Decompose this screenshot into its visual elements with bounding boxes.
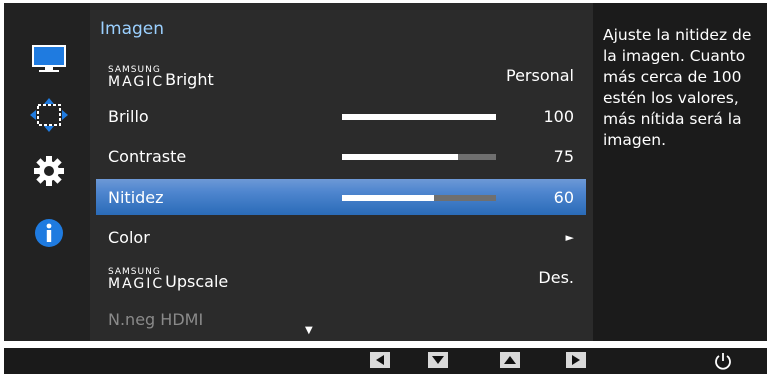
menu-item-value: 60 xyxy=(553,188,574,207)
up-arrow-icon[interactable] xyxy=(500,352,520,368)
level-bar[interactable] xyxy=(342,154,496,160)
menu-item-brillo[interactable]: Brillo 100 xyxy=(96,98,586,134)
magic-brand-text: MAGIC xyxy=(108,74,165,90)
submenu-arrow-icon: ► xyxy=(565,231,574,244)
level-bar[interactable] xyxy=(342,114,496,120)
level-bar-fill xyxy=(342,154,458,160)
menu-item-label: Color xyxy=(108,228,150,247)
menu-item-label: N.neg HDMI xyxy=(108,310,204,329)
menu-item-label: Bright xyxy=(165,70,214,90)
info-icon[interactable] xyxy=(30,216,68,250)
menu-item-magic-upscale[interactable]: SAMSUNG MAGIC Upscale Des. xyxy=(96,259,586,295)
menu-item-value: 100 xyxy=(543,107,574,126)
menu-item-magic-bright[interactable]: SAMSUNG MAGIC Bright Personal xyxy=(96,57,586,93)
category-sidebar xyxy=(4,3,90,341)
picture-menu: Imagen SAMSUNG MAGIC Bright Personal Bri… xyxy=(90,3,593,341)
menu-title: Imagen xyxy=(100,19,165,39)
menu-item-label: Upscale xyxy=(165,272,229,292)
osd-menu: Imagen SAMSUNG MAGIC Bright Personal Bri… xyxy=(4,3,767,341)
menu-item-value: Personal xyxy=(505,66,574,85)
menu-item-hdmi-black-level: N.neg HDMI xyxy=(96,301,586,337)
menu-item-value: Des. xyxy=(538,268,574,287)
monitor-picture-icon[interactable] xyxy=(30,41,68,75)
level-bar-fill xyxy=(342,114,496,120)
magic-bright-label: SAMSUNG MAGIC Bright xyxy=(108,61,214,90)
help-panel: Ajuste la nitidez de la imagen. Cuanto m… xyxy=(593,3,767,341)
gear-icon[interactable] xyxy=(30,154,68,188)
menu-item-label: Nitidez xyxy=(108,188,164,207)
level-bar-fill xyxy=(342,195,435,201)
position-arrows-icon[interactable] xyxy=(30,98,68,132)
menu-item-value: 75 xyxy=(553,147,574,166)
button-guide-bar xyxy=(4,348,767,374)
right-arrow-icon[interactable] xyxy=(566,352,586,368)
scroll-down-indicator[interactable]: ▼ xyxy=(305,325,313,336)
help-text: Ajuste la nitidez de la imagen. Cuanto m… xyxy=(603,26,752,149)
menu-item-label: Brillo xyxy=(108,107,149,126)
magic-upscale-label: SAMSUNG MAGIC Upscale xyxy=(108,263,229,292)
power-icon[interactable] xyxy=(712,350,734,372)
left-arrow-icon[interactable] xyxy=(370,352,390,368)
menu-item-nitidez[interactable]: Nitidez 60 xyxy=(96,179,586,215)
menu-item-color[interactable]: Color ► xyxy=(96,219,586,255)
menu-item-contraste[interactable]: Contraste 75 xyxy=(96,138,586,174)
magic-brand-text: MAGIC xyxy=(108,276,165,292)
menu-item-label: Contraste xyxy=(108,147,187,166)
level-bar[interactable] xyxy=(342,195,496,201)
down-arrow-icon[interactable] xyxy=(428,352,448,368)
